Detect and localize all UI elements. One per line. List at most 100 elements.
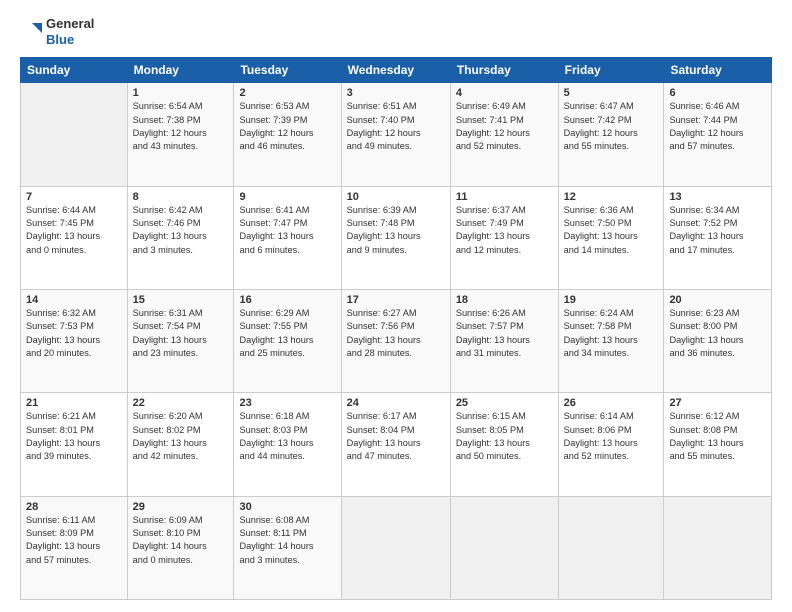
calendar-cell: 29Sunrise: 6:09 AMSunset: 8:10 PMDayligh…: [127, 496, 234, 599]
day-info: Sunrise: 6:41 AMSunset: 7:47 PMDaylight:…: [239, 204, 335, 257]
day-number: 17: [347, 294, 445, 306]
logo-blue-text: Blue: [46, 32, 94, 48]
day-info: Sunrise: 6:37 AMSunset: 7:49 PMDaylight:…: [456, 204, 553, 257]
day-info: Sunrise: 6:53 AMSunset: 7:39 PMDaylight:…: [239, 100, 335, 153]
day-number: 22: [133, 397, 229, 409]
day-number: 5: [564, 87, 659, 99]
calendar-cell: 19Sunrise: 6:24 AMSunset: 7:58 PMDayligh…: [558, 289, 664, 392]
day-info: Sunrise: 6:44 AMSunset: 7:45 PMDaylight:…: [26, 204, 122, 257]
calendar-cell: 22Sunrise: 6:20 AMSunset: 8:02 PMDayligh…: [127, 393, 234, 496]
day-of-week-header: Thursday: [450, 58, 558, 83]
day-number: 28: [26, 501, 122, 513]
day-info: Sunrise: 6:34 AMSunset: 7:52 PMDaylight:…: [669, 204, 766, 257]
day-number: 11: [456, 191, 553, 203]
calendar-week-row: 28Sunrise: 6:11 AMSunset: 8:09 PMDayligh…: [21, 496, 772, 599]
day-info: Sunrise: 6:49 AMSunset: 7:41 PMDaylight:…: [456, 100, 553, 153]
day-number: 14: [26, 294, 122, 306]
day-number: 21: [26, 397, 122, 409]
day-of-week-header: Saturday: [664, 58, 772, 83]
day-info: Sunrise: 6:12 AMSunset: 8:08 PMDaylight:…: [669, 410, 766, 463]
day-info: Sunrise: 6:15 AMSunset: 8:05 PMDaylight:…: [456, 410, 553, 463]
day-number: 6: [669, 87, 766, 99]
day-number: 16: [239, 294, 335, 306]
day-info: Sunrise: 6:11 AMSunset: 8:09 PMDaylight:…: [26, 514, 122, 567]
day-number: 19: [564, 294, 659, 306]
day-number: 24: [347, 397, 445, 409]
day-info: Sunrise: 6:20 AMSunset: 8:02 PMDaylight:…: [133, 410, 229, 463]
day-number: 7: [26, 191, 122, 203]
day-info: Sunrise: 6:21 AMSunset: 8:01 PMDaylight:…: [26, 410, 122, 463]
calendar-cell: 20Sunrise: 6:23 AMSunset: 8:00 PMDayligh…: [664, 289, 772, 392]
day-info: Sunrise: 6:17 AMSunset: 8:04 PMDaylight:…: [347, 410, 445, 463]
calendar-cell: 14Sunrise: 6:32 AMSunset: 7:53 PMDayligh…: [21, 289, 128, 392]
day-number: 15: [133, 294, 229, 306]
calendar-cell: 8Sunrise: 6:42 AMSunset: 7:46 PMDaylight…: [127, 186, 234, 289]
page: General Blue SundayMondayTuesdayWednesda…: [0, 0, 792, 612]
calendar-cell: 9Sunrise: 6:41 AMSunset: 7:47 PMDaylight…: [234, 186, 341, 289]
calendar-cell: [21, 83, 128, 186]
day-number: 10: [347, 191, 445, 203]
header: General Blue: [20, 16, 772, 47]
day-info: Sunrise: 6:08 AMSunset: 8:11 PMDaylight:…: [239, 514, 335, 567]
calendar-cell: 24Sunrise: 6:17 AMSunset: 8:04 PMDayligh…: [341, 393, 450, 496]
day-number: 13: [669, 191, 766, 203]
day-info: Sunrise: 6:24 AMSunset: 7:58 PMDaylight:…: [564, 307, 659, 360]
day-number: 4: [456, 87, 553, 99]
calendar-cell: 2Sunrise: 6:53 AMSunset: 7:39 PMDaylight…: [234, 83, 341, 186]
calendar-cell: 17Sunrise: 6:27 AMSunset: 7:56 PMDayligh…: [341, 289, 450, 392]
calendar-cell: [558, 496, 664, 599]
calendar-cell: [664, 496, 772, 599]
logo: General Blue: [20, 16, 94, 47]
logo-general-text: General: [46, 16, 94, 32]
calendar-cell: 13Sunrise: 6:34 AMSunset: 7:52 PMDayligh…: [664, 186, 772, 289]
calendar-cell: 10Sunrise: 6:39 AMSunset: 7:48 PMDayligh…: [341, 186, 450, 289]
day-info: Sunrise: 6:14 AMSunset: 8:06 PMDaylight:…: [564, 410, 659, 463]
calendar-cell: 18Sunrise: 6:26 AMSunset: 7:57 PMDayligh…: [450, 289, 558, 392]
day-number: 20: [669, 294, 766, 306]
day-info: Sunrise: 6:23 AMSunset: 8:00 PMDaylight:…: [669, 307, 766, 360]
calendar-cell: 16Sunrise: 6:29 AMSunset: 7:55 PMDayligh…: [234, 289, 341, 392]
calendar-cell: 25Sunrise: 6:15 AMSunset: 8:05 PMDayligh…: [450, 393, 558, 496]
calendar-cell: 21Sunrise: 6:21 AMSunset: 8:01 PMDayligh…: [21, 393, 128, 496]
day-info: Sunrise: 6:46 AMSunset: 7:44 PMDaylight:…: [669, 100, 766, 153]
calendar-cell: 15Sunrise: 6:31 AMSunset: 7:54 PMDayligh…: [127, 289, 234, 392]
day-info: Sunrise: 6:32 AMSunset: 7:53 PMDaylight:…: [26, 307, 122, 360]
day-of-week-header: Sunday: [21, 58, 128, 83]
day-number: 3: [347, 87, 445, 99]
calendar-cell: 30Sunrise: 6:08 AMSunset: 8:11 PMDayligh…: [234, 496, 341, 599]
calendar-cell: 28Sunrise: 6:11 AMSunset: 8:09 PMDayligh…: [21, 496, 128, 599]
day-info: Sunrise: 6:42 AMSunset: 7:46 PMDaylight:…: [133, 204, 229, 257]
calendar-cell: [450, 496, 558, 599]
day-number: 30: [239, 501, 335, 513]
calendar-week-row: 1Sunrise: 6:54 AMSunset: 7:38 PMDaylight…: [21, 83, 772, 186]
calendar-cell: [341, 496, 450, 599]
day-number: 9: [239, 191, 335, 203]
calendar-body: 1Sunrise: 6:54 AMSunset: 7:38 PMDaylight…: [21, 83, 772, 600]
day-number: 8: [133, 191, 229, 203]
calendar-week-row: 7Sunrise: 6:44 AMSunset: 7:45 PMDaylight…: [21, 186, 772, 289]
calendar-cell: 1Sunrise: 6:54 AMSunset: 7:38 PMDaylight…: [127, 83, 234, 186]
day-number: 25: [456, 397, 553, 409]
day-info: Sunrise: 6:47 AMSunset: 7:42 PMDaylight:…: [564, 100, 659, 153]
day-info: Sunrise: 6:51 AMSunset: 7:40 PMDaylight:…: [347, 100, 445, 153]
calendar-cell: 23Sunrise: 6:18 AMSunset: 8:03 PMDayligh…: [234, 393, 341, 496]
calendar-week-row: 14Sunrise: 6:32 AMSunset: 7:53 PMDayligh…: [21, 289, 772, 392]
day-info: Sunrise: 6:09 AMSunset: 8:10 PMDaylight:…: [133, 514, 229, 567]
day-number: 29: [133, 501, 229, 513]
calendar-table: SundayMondayTuesdayWednesdayThursdayFrid…: [20, 57, 772, 600]
calendar-cell: 7Sunrise: 6:44 AMSunset: 7:45 PMDaylight…: [21, 186, 128, 289]
calendar-cell: 12Sunrise: 6:36 AMSunset: 7:50 PMDayligh…: [558, 186, 664, 289]
day-number: 2: [239, 87, 335, 99]
calendar-cell: 27Sunrise: 6:12 AMSunset: 8:08 PMDayligh…: [664, 393, 772, 496]
calendar-cell: 6Sunrise: 6:46 AMSunset: 7:44 PMDaylight…: [664, 83, 772, 186]
day-info: Sunrise: 6:36 AMSunset: 7:50 PMDaylight:…: [564, 204, 659, 257]
day-info: Sunrise: 6:26 AMSunset: 7:57 PMDaylight:…: [456, 307, 553, 360]
calendar-cell: 5Sunrise: 6:47 AMSunset: 7:42 PMDaylight…: [558, 83, 664, 186]
day-info: Sunrise: 6:29 AMSunset: 7:55 PMDaylight:…: [239, 307, 335, 360]
day-of-week-header: Friday: [558, 58, 664, 83]
day-number: 27: [669, 397, 766, 409]
day-of-week-header: Monday: [127, 58, 234, 83]
calendar-cell: 11Sunrise: 6:37 AMSunset: 7:49 PMDayligh…: [450, 186, 558, 289]
day-number: 26: [564, 397, 659, 409]
day-number: 12: [564, 191, 659, 203]
